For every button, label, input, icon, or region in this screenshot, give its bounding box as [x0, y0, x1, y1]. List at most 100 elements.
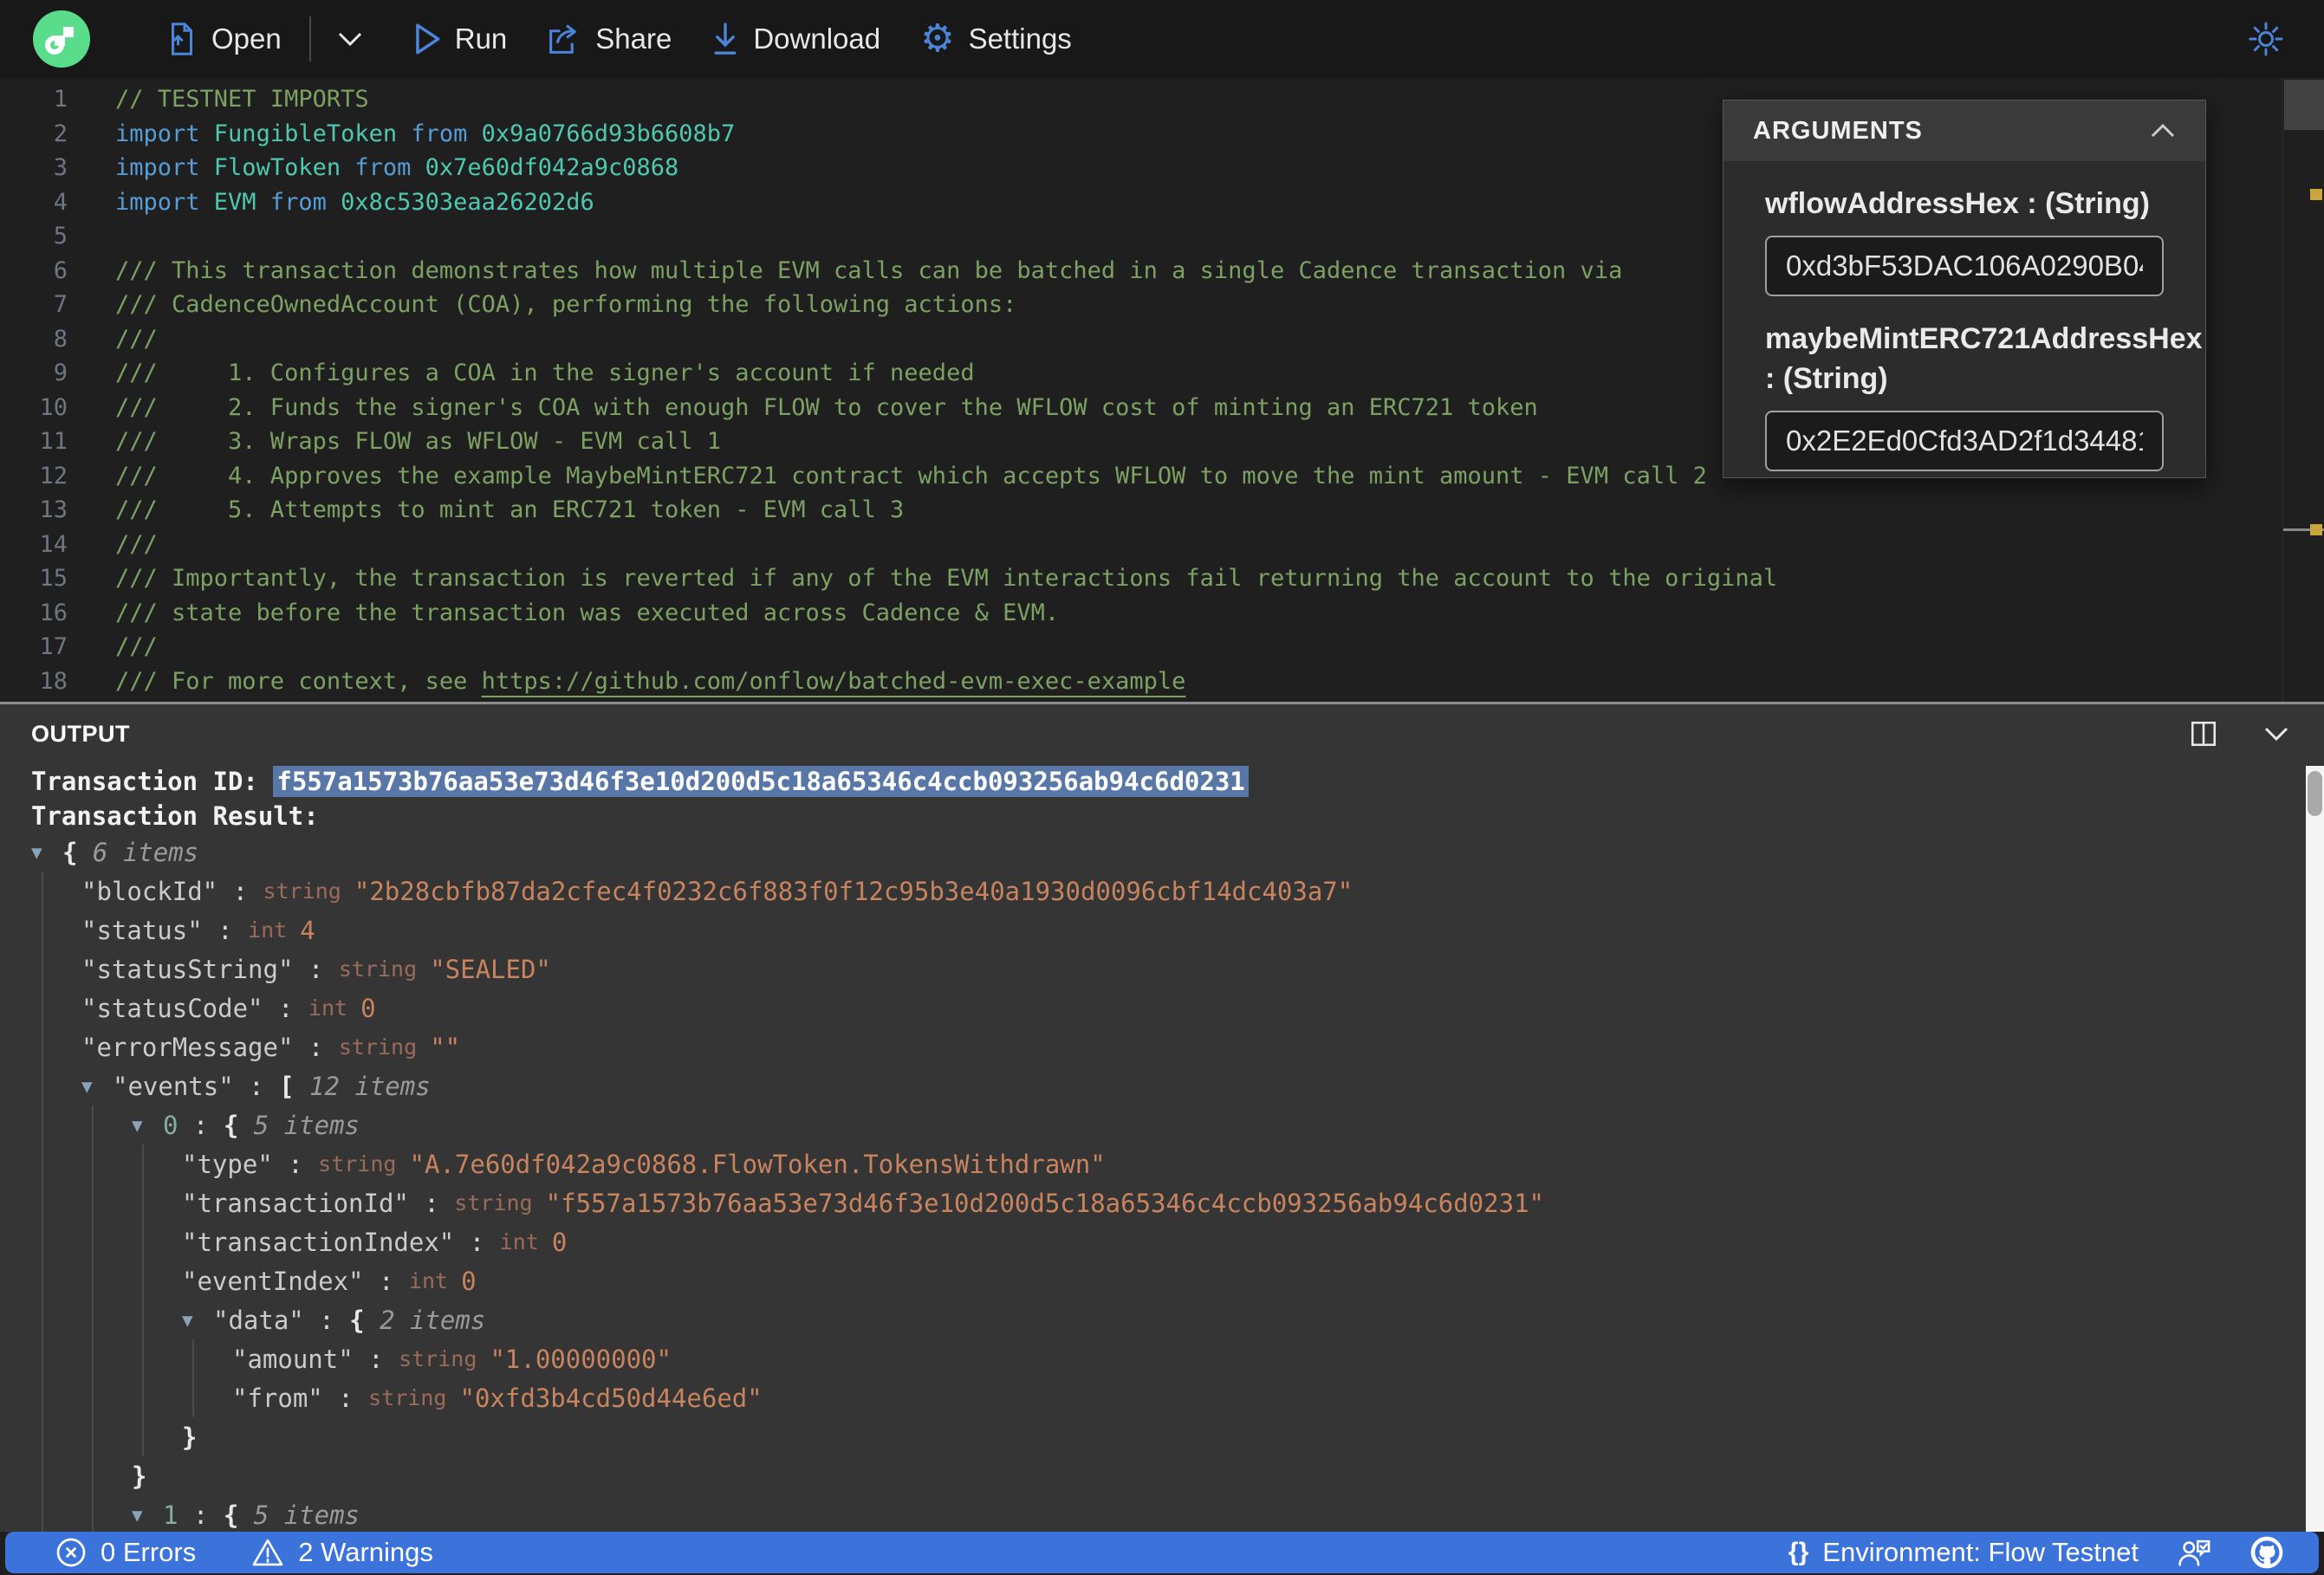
- errors-label: 0 Errors: [101, 1537, 197, 1567]
- transaction-id-row: Transaction ID: f557a1573b76aa53e73d46f3…: [31, 763, 2324, 800]
- argument-input-wflow-address[interactable]: [1765, 236, 2164, 296]
- output-token: :: [303, 1305, 350, 1335]
- tree-expander-icon[interactable]: ▼: [31, 842, 62, 863]
- output-token: 0: [461, 1266, 477, 1296]
- output-row: ▼ 1 : { 5 items: [31, 1495, 2324, 1532]
- output-row: "from" : string "0xfd3b4cd50d44e6ed": [31, 1378, 2324, 1417]
- chevron-down-icon: [338, 32, 361, 47]
- code-link[interactable]: https://github.com/onflow/batched-evm-ex…: [482, 668, 1186, 695]
- output-token: int: [408, 1268, 462, 1293]
- output-token: "type": [182, 1149, 273, 1179]
- output-token: "status": [81, 915, 203, 945]
- indent-guide: [31, 1339, 81, 1378]
- output-token: :: [263, 993, 308, 1023]
- output-header: OUTPUT: [0, 704, 2324, 763]
- output-token: :: [178, 1110, 224, 1140]
- chevron-down-icon[interactable]: [2263, 726, 2289, 742]
- output-token: :: [353, 1344, 399, 1374]
- errors-status[interactable]: 0 Errors: [55, 1537, 196, 1568]
- output-row: ▼ 0 : { 5 items: [31, 1105, 2324, 1144]
- code-line: 13 /// 5. Attempts to mint an ERC721 toke…: [0, 493, 2324, 528]
- indent-guide: [81, 1222, 132, 1261]
- output-scrollbar[interactable]: [2306, 766, 2324, 1532]
- share-icon: [549, 24, 577, 54]
- warning-mark: [2310, 189, 2322, 200]
- open-button[interactable]: Open: [166, 22, 282, 56]
- flow-logo[interactable]: [33, 10, 90, 68]
- output-token: :: [293, 954, 339, 984]
- indent-guide: [31, 1417, 81, 1456]
- theme-toggle-button[interactable]: [2248, 21, 2284, 57]
- tree-expander-icon[interactable]: ▼: [182, 1310, 213, 1331]
- line-number: 18: [39, 667, 68, 695]
- output-token: "": [430, 1032, 461, 1062]
- argument-label: maybeMintERC721AddressHex : (String): [1765, 322, 2203, 395]
- share-button[interactable]: Share: [547, 23, 672, 55]
- line-number: 2: [53, 120, 68, 147]
- output-row: "eventIndex" : int 0: [31, 1261, 2324, 1300]
- indent-guide: [31, 872, 81, 911]
- output-token: 6 items: [92, 837, 199, 867]
- output-token: }: [132, 1461, 147, 1491]
- indent-guide: [31, 1183, 81, 1222]
- editor-scrollbar[interactable]: [2282, 78, 2324, 703]
- editor-scrollbar-thumb[interactable]: [2284, 80, 2324, 130]
- warnings-status[interactable]: 2 Warnings: [251, 1537, 433, 1568]
- indent-guide: [81, 1456, 132, 1495]
- indent-guide: [81, 1378, 132, 1417]
- output-token: 1: [163, 1500, 179, 1530]
- output-token: "1.00000000": [490, 1344, 672, 1374]
- flow-logo-glyph: [45, 27, 74, 55]
- code-token: /// 3. Wraps FLOW as WFLOW - EVM call 1: [115, 428, 721, 455]
- arguments-panel-header[interactable]: ARGUMENTS: [1724, 100, 2205, 161]
- feedback-icon[interactable]: [2177, 1537, 2211, 1568]
- code-token: /// 5. Attempts to mint an ERC721 token …: [115, 496, 905, 523]
- output-token: 5 items: [253, 1500, 360, 1530]
- output-token: "0xfd3b4cd50d44e6ed": [459, 1383, 763, 1413]
- argument-input-maybemint-address[interactable]: [1765, 411, 2164, 471]
- output-token: "2b28cbfb87da2cfec4f0232c6f883f0f12c95b3…: [354, 876, 1354, 906]
- open-dropdown-button[interactable]: [337, 31, 363, 47]
- run-button[interactable]: Run: [413, 23, 507, 55]
- output-token: :: [322, 1383, 369, 1413]
- output-row: "blockId" : string "2b28cbfb87da2cfec4f0…: [31, 872, 2324, 911]
- result-json-tree: ▼{ 6 items "blockId" : string "2b28cbfb87…: [31, 833, 2324, 1532]
- code-line: 14 ///: [0, 528, 2324, 562]
- output-token: "eventIndex": [182, 1266, 364, 1296]
- output-row: ▼ "events" : [ 12 items: [31, 1066, 2324, 1105]
- output-token: [: [279, 1071, 309, 1101]
- output-row: }: [31, 1456, 2324, 1495]
- indent-guide: [132, 1417, 182, 1456]
- indent-guide: [31, 1105, 81, 1144]
- code-token: /// CadenceOwnedAccount (COA), performin…: [115, 291, 1017, 318]
- output-token: :: [202, 915, 249, 945]
- download-button[interactable]: Download: [711, 22, 880, 56]
- indent-guide: [31, 1144, 81, 1183]
- output-token: 5 items: [253, 1110, 360, 1140]
- output-token: "SEALED": [430, 954, 551, 984]
- play-icon: [415, 23, 440, 55]
- output-token: 0: [163, 1110, 179, 1140]
- indent-guide: [132, 1339, 182, 1378]
- environment-status[interactable]: {} Environment: Flow Testnet: [1788, 1537, 2139, 1568]
- split-editor-icon[interactable]: [2189, 719, 2218, 749]
- code-token: ///: [115, 325, 158, 353]
- indent-guide: [81, 1144, 132, 1183]
- transaction-id-value[interactable]: f557a1573b76aa53e73d46f3e10d200d5c18a653…: [273, 766, 1249, 797]
- output-token: "blockId": [81, 876, 218, 906]
- tree-expander-icon[interactable]: ▼: [132, 1505, 163, 1526]
- code-token: from: [256, 188, 341, 216]
- chevron-up-icon[interactable]: [2150, 123, 2176, 139]
- file-open-icon: [172, 23, 192, 55]
- tree-expander-icon[interactable]: ▼: [81, 1076, 113, 1097]
- indent-guide: [31, 1300, 81, 1339]
- output-token: 0: [360, 993, 376, 1023]
- tree-expander-icon[interactable]: ▼: [132, 1115, 163, 1136]
- output-row: ▼{ 6 items: [31, 833, 2324, 872]
- output-scrollbar-thumb[interactable]: [2308, 771, 2322, 816]
- output-row: "type" : string "A.7e60df042a9c0868.Flow…: [31, 1144, 2324, 1183]
- settings-button[interactable]: ⚙ Settings: [920, 20, 1072, 58]
- line-number: 10: [39, 393, 68, 421]
- code-token: 0x7e60df042a9c0868: [425, 154, 679, 181]
- github-icon[interactable]: [2249, 1535, 2284, 1570]
